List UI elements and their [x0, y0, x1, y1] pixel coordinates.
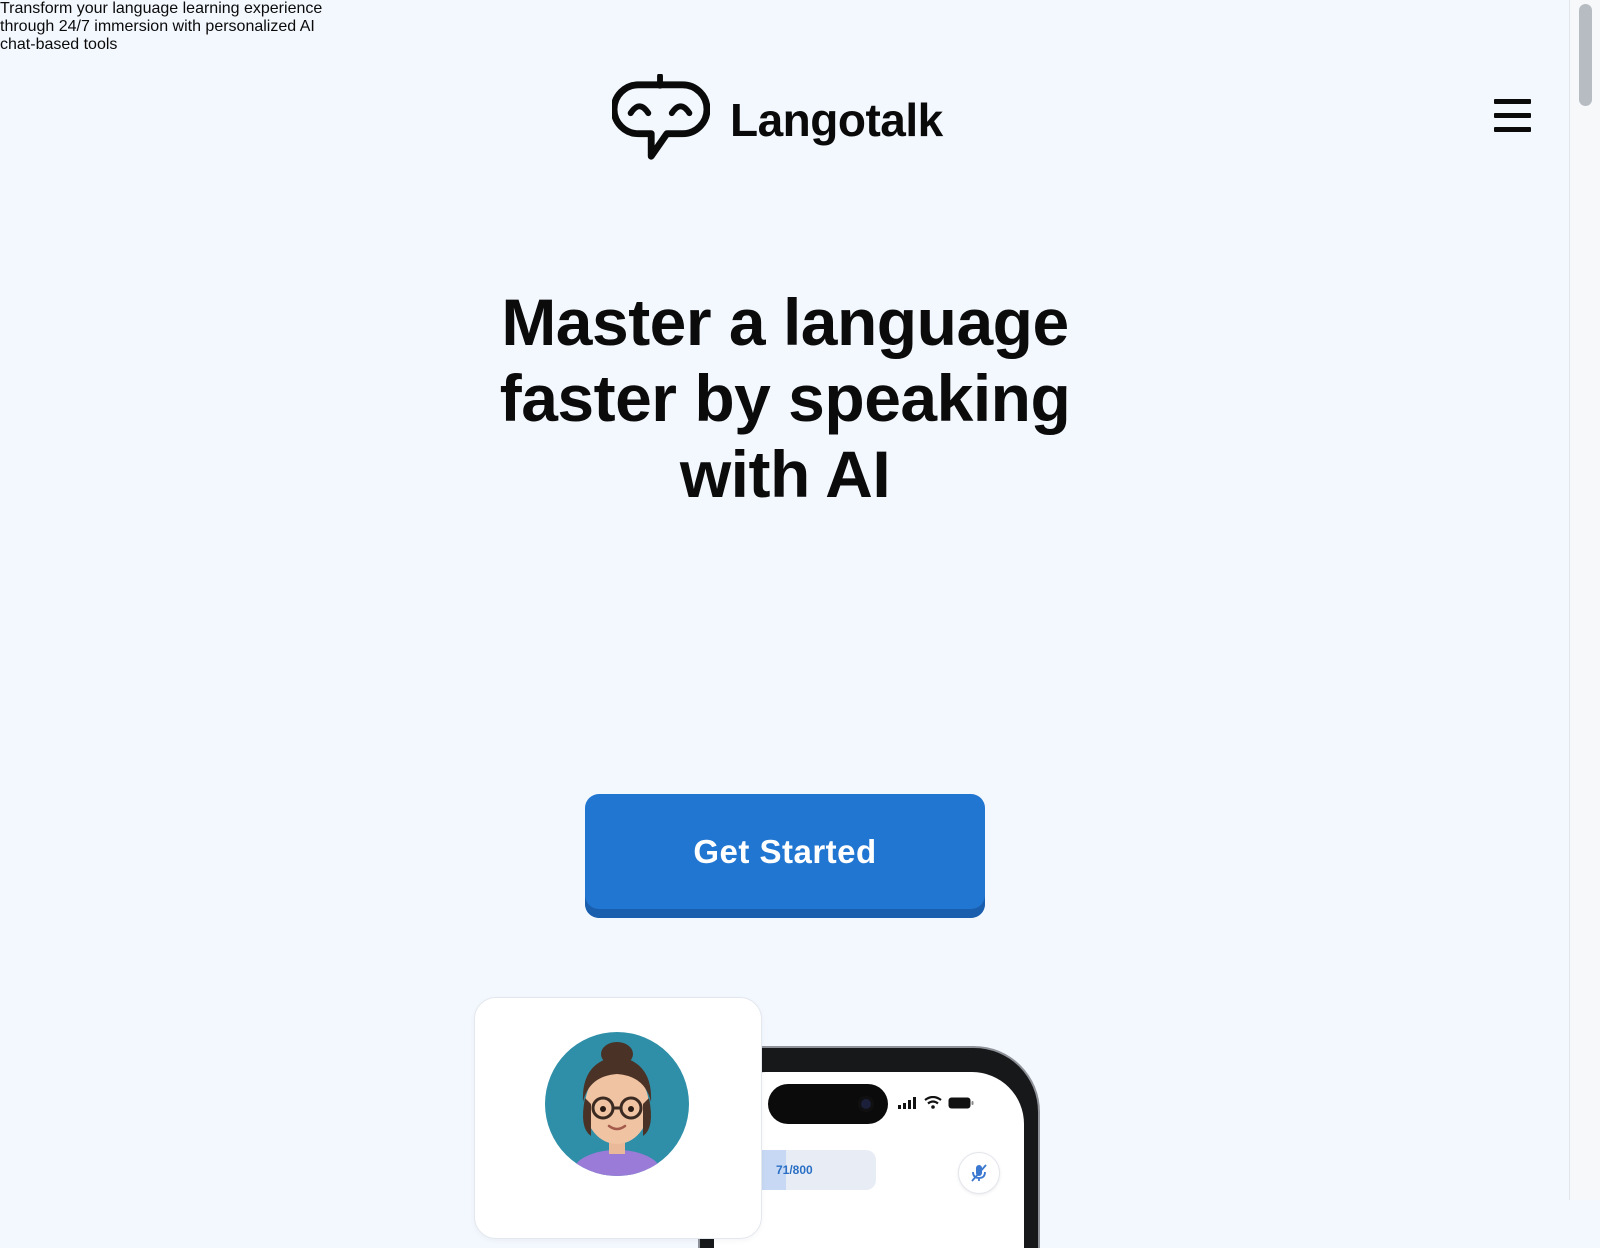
tutor-card [474, 997, 762, 1239]
hero-title-line: Master a language [501, 285, 1069, 359]
dynamic-island [768, 1084, 888, 1124]
camera-icon [858, 1096, 874, 1112]
microphone-muted-icon [971, 1164, 987, 1182]
hero-title-line: faster by speaking [499, 361, 1071, 435]
speech-bubble-face-icon [612, 74, 710, 160]
hero-title-line: with AI [679, 437, 891, 511]
avatar-illustration [573, 1042, 661, 1176]
mute-button[interactable] [958, 1152, 1000, 1194]
landing-page: Langotalk Master a language faster by sp… [0, 0, 1570, 1248]
brand-name: Langotalk [730, 94, 943, 146]
hamburger-menu-icon[interactable] [1494, 99, 1532, 133]
counter-text: 71/800 [776, 1163, 813, 1177]
tutor-avatar [545, 1032, 689, 1176]
signal-icon [898, 1096, 916, 1109]
hero-title: Master a language faster by speaking wit… [385, 284, 1185, 512]
page-scrollbar[interactable] [1569, 0, 1600, 1200]
hero-subtitle-line: chat-based tools [0, 36, 118, 53]
get-started-button[interactable]: Get Started [585, 794, 985, 918]
battery-icon [948, 1097, 974, 1108]
scrollbar-thumb[interactable] [1579, 4, 1592, 106]
hero-subtitle-line: through 24/7 immersion with personalized… [0, 18, 315, 35]
status-bar [898, 1096, 974, 1109]
brand-logo[interactable]: Langotalk [612, 74, 943, 166]
hero-subtitle-line: Transform your language learning experie… [0, 0, 323, 17]
wifi-icon [924, 1096, 942, 1109]
